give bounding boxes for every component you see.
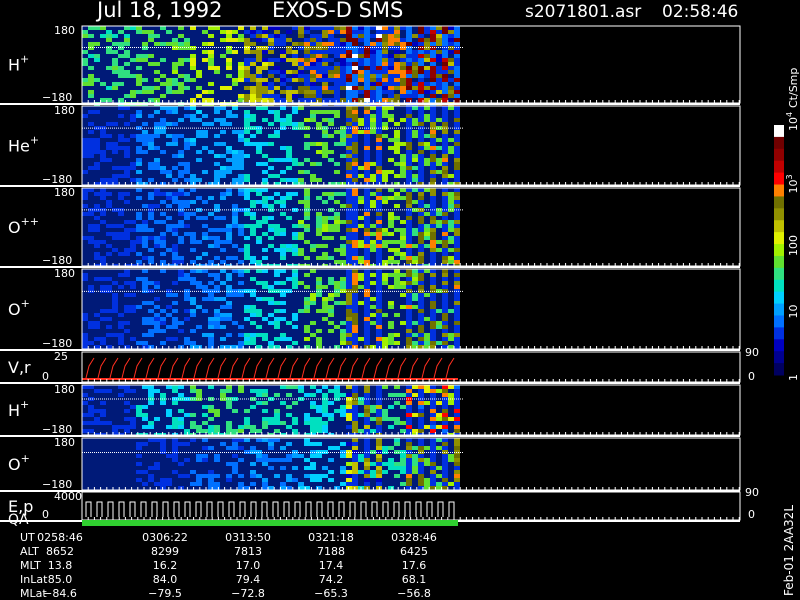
ephem-cell: 13.8 <box>48 559 73 572</box>
colorbar-swatch <box>774 172 784 186</box>
colorbar-swatch <box>774 244 784 257</box>
ytick-top-0: 180 <box>54 24 75 37</box>
ephem-label-2: MLT <box>20 559 41 572</box>
ephem-cell: 16.2 <box>153 559 178 572</box>
ytick-bot-4: 0 <box>42 370 49 383</box>
ephem-cell: 79.4 <box>236 573 261 586</box>
ytick-bot-5: −180 <box>42 423 72 436</box>
colorbar-swatch <box>774 327 784 340</box>
ephem-cell: 85.0 <box>48 573 73 586</box>
instrument-name: EXOS-D SMS <box>272 0 403 22</box>
ytick-top-5: 180 <box>54 383 75 396</box>
colorbar-tick-2: 100 <box>787 235 800 256</box>
colorbar-swatch <box>774 255 784 269</box>
ephem-cell: 84.0 <box>153 573 178 586</box>
ephem-label-3: InLat <box>20 573 48 586</box>
ephem-cell: 0328:46 <box>391 531 437 544</box>
spectrogram-plot: Jul 18, 1992 EXOS-D SMS s2071801.asr 02:… <box>0 0 800 600</box>
colorbar-title: Ct/Smp <box>787 68 800 108</box>
colorbar-swatch <box>774 196 784 209</box>
ephem-cell: −56.8 <box>397 587 431 600</box>
colorbar-swatch <box>774 339 784 352</box>
ephem-cell: −79.5 <box>148 587 182 600</box>
right-tick-top-4: 90 <box>745 346 759 359</box>
ytick-top-1: 180 <box>54 104 75 117</box>
ytick-top-3: 180 <box>54 267 75 280</box>
right-tick-bot-4: 0 <box>748 370 755 383</box>
colorbar-swatch <box>774 351 784 364</box>
ephem-cell: 7188 <box>317 545 345 558</box>
colorbar-swatch <box>774 136 784 150</box>
colorbar-swatch <box>774 184 784 197</box>
ephem-cell: −84.6 <box>43 587 77 600</box>
colorbar-swatch <box>774 267 784 281</box>
ephem-cell: −65.3 <box>314 587 348 600</box>
species-label-4: V,r <box>8 358 31 377</box>
ytick-top-2: 180 <box>54 186 75 199</box>
ephem-cell: 17.4 <box>319 559 344 572</box>
ephem-cell: 8299 <box>151 545 179 558</box>
ephem-cell: 74.2 <box>319 573 344 586</box>
ephem-cell: 68.1 <box>402 573 427 586</box>
ytick-top-6: 180 <box>54 436 75 449</box>
ephem-cell: −72.8 <box>231 587 265 600</box>
colorbar-swatch <box>774 279 784 293</box>
colorbar-swatch <box>774 208 784 221</box>
plot-date: Jul 18, 1992 <box>95 0 223 22</box>
qa-bar <box>82 520 458 526</box>
ytick-bot-3: −180 <box>42 337 72 350</box>
charge-label-6: + <box>21 452 30 465</box>
footer-id: Feb-01 2AA32L <box>782 505 796 596</box>
charge-label-0: + <box>20 53 29 66</box>
charge-label-5: + <box>20 398 29 411</box>
ytick-bot-1: −180 <box>42 173 72 186</box>
colorbar-tick-0: 1 <box>787 374 800 381</box>
colorbar-swatch <box>774 315 784 328</box>
ephem-cell: 17.6 <box>402 559 427 572</box>
right-tick-bot-7: 0 <box>748 508 755 521</box>
ytick-top-4: 25 <box>54 350 68 363</box>
ephem-cell: 0321:18 <box>308 531 354 544</box>
file-name: s2071801.asr <box>525 2 641 22</box>
colorbar-swatch <box>774 363 784 376</box>
ephem-label-0: UT <box>20 531 35 544</box>
ytick-bot-0: −180 <box>42 91 72 104</box>
plot-time: 02:58:46 <box>662 2 738 22</box>
colorbar-swatch <box>774 160 784 174</box>
colorbar-swatch <box>774 148 784 162</box>
charge-label-3: + <box>21 297 30 310</box>
ephem-label-1: ALT <box>20 545 39 558</box>
qa-label: QA <box>8 512 29 528</box>
ephem-cell: 6425 <box>400 545 428 558</box>
colorbar-swatch <box>774 291 784 305</box>
ephem-cell: 7813 <box>234 545 262 558</box>
colorbar-swatch <box>774 303 784 316</box>
ephem-cell: 8652 <box>46 545 74 558</box>
charge-label-1: + <box>30 134 39 147</box>
ytick-bot-2: −180 <box>42 254 72 267</box>
ephem-cell: 0313:50 <box>225 531 271 544</box>
charge-label-2: ++ <box>21 215 39 228</box>
colorbar-swatch <box>774 125 784 138</box>
ytick-bot-7: 0 <box>42 508 49 521</box>
colorbar-swatch <box>774 232 784 245</box>
ytick-top-7: 4000 <box>54 490 82 503</box>
colorbar-swatch <box>774 220 784 233</box>
ephem-cell: 17.0 <box>236 559 261 572</box>
colorbar-tick-1: 10 <box>787 305 800 319</box>
ephem-cell: 0258:46 <box>37 531 83 544</box>
right-tick-top-7: 90 <box>745 486 759 499</box>
ephem-cell: 0306:22 <box>142 531 188 544</box>
